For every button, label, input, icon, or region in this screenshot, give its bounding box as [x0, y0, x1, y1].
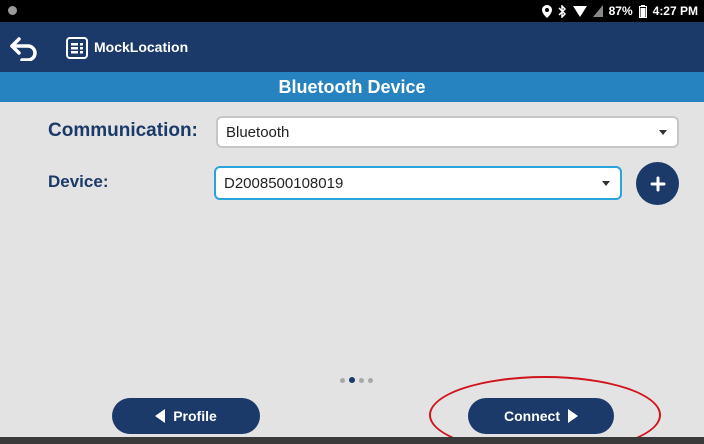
communication-value: Bluetooth [226, 123, 290, 141]
page-dot-active [349, 377, 355, 383]
device-label: Device: [48, 172, 109, 191]
navigation-bar [0, 437, 704, 444]
battery-icon [638, 4, 647, 18]
location-icon [541, 4, 552, 18]
connect-label: Connect [504, 408, 560, 424]
back-arrow-icon [10, 37, 37, 61]
app-title: MockLocation [94, 39, 189, 55]
communication-select[interactable]: Bluetooth [216, 116, 679, 148]
page-indicator [340, 376, 390, 384]
bluetooth-icon [558, 4, 567, 18]
page-dot [340, 377, 345, 383]
page-dot [368, 377, 373, 383]
back-button[interactable] [8, 34, 40, 62]
chevron-left-icon [155, 409, 166, 423]
profile-label: Profile [173, 408, 217, 424]
device-value: D2008500108019 [224, 174, 344, 192]
list-icon [66, 37, 88, 59]
plus-icon [650, 176, 665, 191]
app-bar: MockLocation [0, 22, 704, 72]
clock: 4:27 PM [652, 4, 698, 18]
signal-icon [592, 5, 603, 17]
status-bar: 87% 4:27 PM [0, 0, 704, 22]
status-icons: 87% 4:27 PM [541, 3, 698, 19]
page-title: Bluetooth Device [0, 72, 704, 102]
notification-dot-icon [8, 6, 17, 15]
battery-percent: 87% [608, 4, 633, 18]
communication-label: Communication: [48, 120, 198, 141]
chevron-down-icon [602, 181, 610, 186]
page-dot [359, 377, 364, 383]
profile-button[interactable]: Profile [112, 398, 260, 434]
wifi-icon [572, 5, 587, 17]
chevron-right-icon [568, 409, 578, 423]
connect-button[interactable]: Connect [468, 398, 614, 434]
add-device-button[interactable] [636, 162, 679, 205]
device-select[interactable]: D2008500108019 [214, 166, 622, 200]
chevron-down-icon [659, 130, 667, 135]
